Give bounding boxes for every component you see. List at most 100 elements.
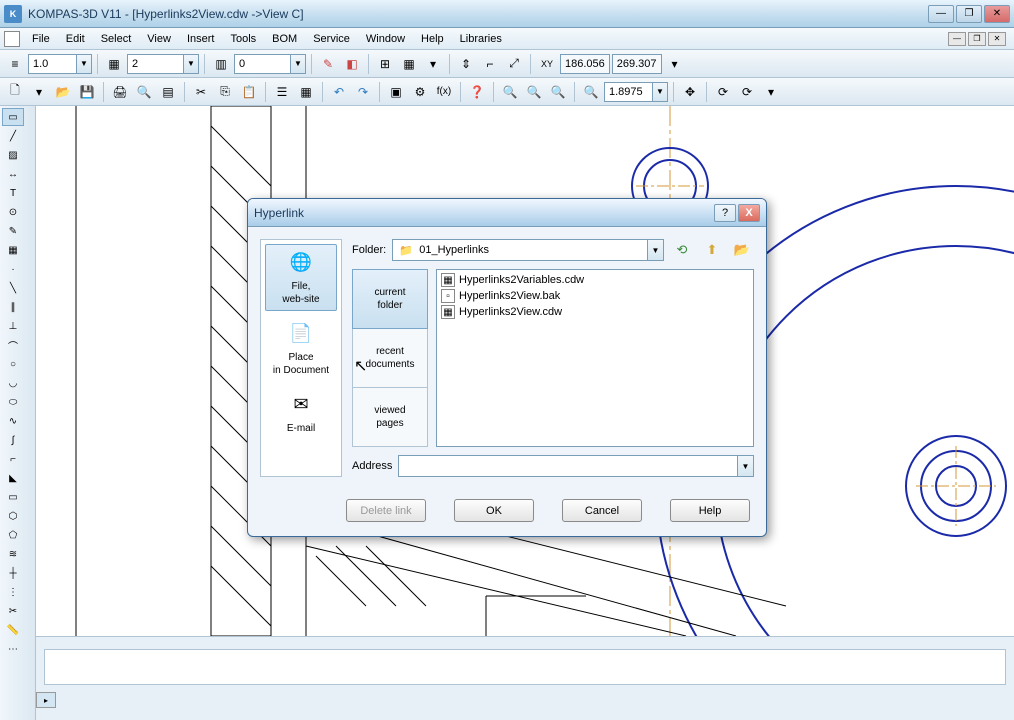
folder-dropdown-arrow[interactable]: ▼ bbox=[647, 240, 663, 260]
help-button[interactable]: Help bbox=[670, 499, 750, 522]
menu-select[interactable]: Select bbox=[93, 31, 140, 47]
view-tab-viewed[interactable]: viewedpages bbox=[352, 388, 428, 447]
mdi-close-button[interactable]: ✕ bbox=[988, 32, 1006, 46]
curve-tool-icon[interactable]: ∫ bbox=[2, 431, 24, 449]
ok-button[interactable]: OK bbox=[454, 499, 534, 522]
line-tool-icon[interactable]: ╱ bbox=[2, 127, 24, 145]
properties-icon[interactable]: ☰ bbox=[271, 81, 293, 103]
layer-input[interactable] bbox=[127, 54, 183, 74]
redraw-icon[interactable]: ⟳ bbox=[736, 81, 758, 103]
table-icon[interactable]: ▦ bbox=[295, 81, 317, 103]
arc-tool-icon[interactable]: ◡ bbox=[2, 374, 24, 392]
dim-tool-icon[interactable]: ↔ bbox=[2, 165, 24, 183]
xy-icon[interactable]: XY bbox=[536, 53, 558, 75]
circle-tool-icon[interactable]: ○ bbox=[2, 355, 24, 373]
zoom-window-icon[interactable]: 🔍 bbox=[523, 81, 545, 103]
menu-view[interactable]: View bbox=[139, 31, 179, 47]
zoom-in-icon[interactable]: 🔍 bbox=[499, 81, 521, 103]
point-tool-icon[interactable]: · bbox=[2, 260, 24, 278]
snap-v-icon[interactable]: ⇕ bbox=[455, 53, 477, 75]
link-type-email[interactable]: ✉ E-mail bbox=[265, 386, 337, 440]
folder-up-button[interactable]: ⬆ bbox=[700, 239, 724, 261]
measure-tool-icon[interactable]: 📏 bbox=[2, 621, 24, 639]
redo-icon[interactable]: ↷ bbox=[352, 81, 374, 103]
menu-file[interactable]: File bbox=[24, 31, 58, 47]
menu-tools[interactable]: Tools bbox=[222, 31, 264, 47]
folder-combo[interactable]: 📁 01_Hyperlinks ▼ bbox=[392, 239, 664, 261]
tangent-tool-icon[interactable]: ⌒ bbox=[2, 336, 24, 354]
style-icon[interactable]: ≡ bbox=[4, 53, 26, 75]
menu-service[interactable]: Service bbox=[305, 31, 358, 47]
menu-window[interactable]: Window bbox=[358, 31, 413, 47]
contour-tool-icon[interactable]: ⬠ bbox=[2, 526, 24, 544]
new-arrow-icon[interactable]: ▾ bbox=[28, 81, 50, 103]
file-item[interactable]: ▦ Hyperlinks2View.cdw bbox=[439, 304, 751, 320]
menu-help[interactable]: Help bbox=[413, 31, 452, 47]
link-type-place[interactable]: 📄 Place in Document bbox=[265, 315, 337, 382]
menu-libraries[interactable]: Libraries bbox=[452, 31, 510, 47]
toolbar-menu-icon[interactable]: ▾ bbox=[760, 81, 782, 103]
polygon-tool-icon[interactable]: ⬡ bbox=[2, 507, 24, 525]
manager-icon[interactable]: ⚙ bbox=[409, 81, 431, 103]
ortho-icon[interactable]: ⊞ bbox=[374, 53, 396, 75]
scale-dropdown-arrow[interactable]: ▼ bbox=[76, 54, 92, 74]
refresh-icon[interactable]: ⟳ bbox=[712, 81, 734, 103]
new-icon[interactable]: 🗋 bbox=[4, 81, 26, 103]
snap-angle-icon[interactable]: ⤢ bbox=[503, 53, 525, 75]
zoom-dropdown-arrow[interactable]: ▼ bbox=[652, 82, 668, 102]
cancel-button[interactable]: Cancel bbox=[562, 499, 642, 522]
color-input[interactable] bbox=[234, 54, 290, 74]
zoom-out-icon[interactable]: 🔍 bbox=[547, 81, 569, 103]
pan-icon[interactable]: ✥ bbox=[679, 81, 701, 103]
zoom-fit-icon[interactable]: 🔍 bbox=[580, 81, 602, 103]
menu-insert[interactable]: Insert bbox=[179, 31, 223, 47]
menu-edit[interactable]: Edit bbox=[58, 31, 93, 47]
layer-icon[interactable]: ▦ bbox=[103, 53, 125, 75]
copy-icon[interactable]: ⎘ bbox=[214, 81, 236, 103]
mdi-minimize-button[interactable]: — bbox=[948, 32, 966, 46]
more-tool-icon[interactable]: ⋯ bbox=[2, 640, 24, 658]
trim-tool-icon[interactable]: ✂ bbox=[2, 602, 24, 620]
dialog-titlebar[interactable]: Hyperlink ? X bbox=[248, 199, 766, 227]
preview-icon[interactable]: 🔍 bbox=[133, 81, 155, 103]
edit-tool-icon[interactable]: ✎ bbox=[2, 222, 24, 240]
folder-back-button[interactable]: ⟲ bbox=[670, 239, 694, 261]
ellipse-tool-icon[interactable]: ⬭ bbox=[2, 393, 24, 411]
print-icon[interactable]: 🖨 bbox=[109, 81, 131, 103]
rect-tool-icon[interactable]: ▭ bbox=[2, 488, 24, 506]
link-type-file[interactable]: 🌐 File, web-site bbox=[265, 244, 337, 311]
coord-menu-icon[interactable]: ▾ bbox=[664, 53, 686, 75]
save-icon[interactable]: 💾 bbox=[76, 81, 98, 103]
dialog-close-button[interactable]: X bbox=[738, 204, 760, 222]
color-dropdown-arrow[interactable]: ▼ bbox=[290, 54, 306, 74]
window-close-button[interactable]: ✕ bbox=[984, 5, 1010, 23]
spline-tool-icon[interactable]: ∿ bbox=[2, 412, 24, 430]
bottom-tab[interactable]: ▸ bbox=[36, 692, 56, 708]
color-icon[interactable]: ▥ bbox=[210, 53, 232, 75]
eraser-icon[interactable]: ◧ bbox=[341, 53, 363, 75]
axis-tool-icon[interactable]: ┼ bbox=[2, 564, 24, 582]
segment-tool-icon[interactable]: ╲ bbox=[2, 279, 24, 297]
grid-arrow-icon[interactable]: ▾ bbox=[422, 53, 444, 75]
view-tab-recent[interactable]: recentdocuments bbox=[352, 329, 428, 388]
file-item[interactable]: ▦ Hyperlinks2Variables.cdw bbox=[439, 272, 751, 288]
symbol-tool-icon[interactable]: ⊙ bbox=[2, 203, 24, 221]
cut-icon[interactable]: ✂ bbox=[190, 81, 212, 103]
folder-browse-button[interactable]: 📂 bbox=[730, 239, 754, 261]
spec-icon[interactable]: ▤ bbox=[157, 81, 179, 103]
dialog-help-button[interactable]: ? bbox=[714, 204, 736, 222]
zoom-input[interactable] bbox=[604, 82, 652, 102]
table-tool-icon[interactable]: ▦ bbox=[2, 241, 24, 259]
address-dropdown-arrow[interactable]: ▼ bbox=[737, 456, 753, 476]
command-input-area[interactable] bbox=[44, 649, 1006, 685]
hatch-tool-icon[interactable]: ▨ bbox=[2, 146, 24, 164]
document-icon[interactable] bbox=[4, 31, 20, 47]
grid-icon[interactable]: ▦ bbox=[398, 53, 420, 75]
layer-dropdown-arrow[interactable]: ▼ bbox=[183, 54, 199, 74]
open-icon[interactable]: 📂 bbox=[52, 81, 74, 103]
pencil-icon[interactable]: ✎ bbox=[317, 53, 339, 75]
chamfer-tool-icon[interactable]: ◣ bbox=[2, 469, 24, 487]
window-minimize-button[interactable]: — bbox=[928, 5, 954, 23]
view-tab-current[interactable]: currentfolder bbox=[352, 269, 428, 329]
perp-tool-icon[interactable]: ⊥ bbox=[2, 317, 24, 335]
